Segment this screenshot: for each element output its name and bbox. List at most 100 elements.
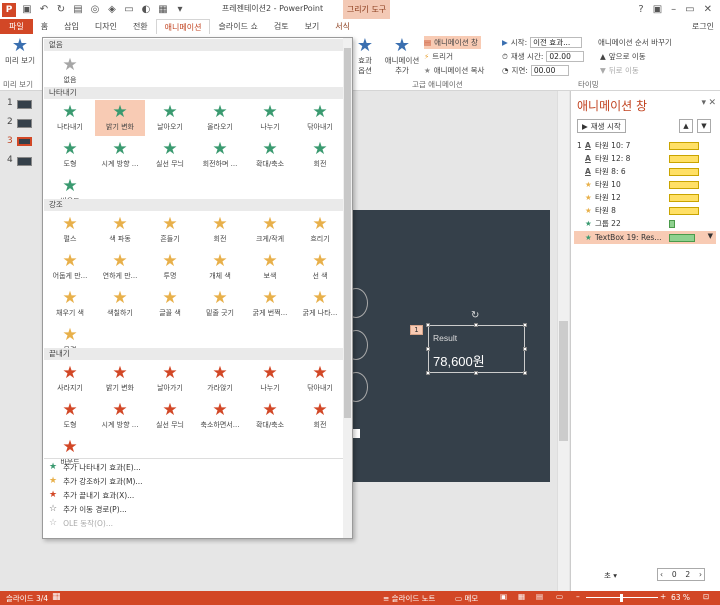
resize-handle[interactable] bbox=[426, 323, 430, 327]
save-icon[interactable]: ▣ bbox=[21, 3, 33, 17]
animation-item[interactable]: ★ 그룹 22 bbox=[577, 217, 715, 230]
customize-qat-icon[interactable]: ▾ bbox=[174, 3, 186, 17]
zoom-in-icon[interactable]: + bbox=[660, 592, 666, 601]
help-icon[interactable]: ? bbox=[638, 4, 643, 15]
ribbon-display-icon[interactable]: ▣ bbox=[653, 4, 662, 15]
more-motion-paths[interactable]: ☆ 추가 이동 경로(P)... bbox=[49, 503, 127, 515]
effect-emphasis-item[interactable]: ★ 회전 bbox=[195, 212, 245, 248]
tab-format[interactable]: 서식 bbox=[327, 19, 358, 34]
tab-slideshow[interactable]: 슬라이드 쇼 bbox=[210, 19, 265, 34]
trigger-button[interactable]: ⚡ 트리거 bbox=[424, 50, 453, 63]
animation-item[interactable]: ★ 타원 12 bbox=[577, 191, 715, 204]
timeline-bar[interactable] bbox=[669, 181, 699, 189]
effect-none[interactable]: ★ 없음 bbox=[45, 53, 95, 89]
animation-item[interactable]: ★ 타원 10 bbox=[577, 178, 715, 191]
undo-icon[interactable]: ↶ bbox=[38, 3, 50, 17]
animation-pane-button[interactable]: ▤ 애니메이션 창 bbox=[424, 36, 481, 49]
zoom-slider-thumb[interactable] bbox=[620, 594, 623, 602]
resize-handle[interactable] bbox=[523, 347, 527, 351]
scroll-thumb[interactable] bbox=[559, 321, 568, 441]
play-from-button[interactable]: ▶ 재생 시작 bbox=[577, 119, 626, 133]
fill-icon[interactable]: ◐ bbox=[140, 3, 152, 17]
effect-entrance-item[interactable]: ★ 회전하며 ... bbox=[195, 137, 245, 173]
selection-handle[interactable] bbox=[352, 429, 360, 438]
animation-painter-button[interactable]: ★ 애니메이션 복사 bbox=[424, 64, 484, 77]
start-select[interactable]: 이전 효과... bbox=[530, 37, 583, 48]
gallery-scroll-thumb[interactable] bbox=[344, 48, 351, 418]
timeline-bar[interactable] bbox=[669, 207, 699, 215]
tab-transitions[interactable]: 전환 bbox=[125, 19, 156, 34]
pane-options-icon[interactable]: ▾ bbox=[701, 98, 706, 108]
slide-thumbnail[interactable] bbox=[17, 100, 32, 109]
effect-emphasis-item[interactable]: ★ 채우기 색 bbox=[45, 286, 95, 322]
effect-exit-item[interactable]: ★ 시계 방향 ... bbox=[95, 398, 145, 434]
tab-view[interactable]: 보기 bbox=[297, 19, 328, 34]
effect-emphasis-item[interactable]: ★ 굵게 번쩍... bbox=[245, 286, 295, 322]
tab-home[interactable]: 홈 bbox=[33, 19, 56, 34]
resize-handle[interactable] bbox=[474, 323, 478, 327]
more-emphasis-effects[interactable]: ★ 추가 강조하기 효과(M)... bbox=[49, 475, 143, 487]
timeline-bar[interactable] bbox=[669, 168, 699, 176]
tab-review[interactable]: 검토 bbox=[266, 19, 297, 34]
tab-insert[interactable]: 삽입 bbox=[56, 19, 87, 34]
move-up-button[interactable]: ▲ bbox=[679, 119, 693, 133]
pane-close-icon[interactable]: ✕ bbox=[708, 98, 716, 108]
reading-view-icon[interactable]: ▤ bbox=[536, 592, 543, 601]
resize-handle[interactable] bbox=[474, 371, 478, 375]
more-entrance-effects[interactable]: ★ 추가 나타내기 효과(E)... bbox=[49, 461, 141, 473]
effect-entrance-item[interactable]: ★ 밝기 변화 bbox=[95, 100, 145, 136]
effect-emphasis-item[interactable]: ★ 개체 색 bbox=[195, 249, 245, 285]
effect-emphasis-item[interactable]: ★ 연하게 만... bbox=[95, 249, 145, 285]
move-down-button[interactable]: ▼ bbox=[697, 119, 711, 133]
zoom-right-icon[interactable]: › bbox=[699, 570, 702, 579]
effect-exit-item[interactable]: ★ 축소하면서... bbox=[195, 398, 245, 434]
timeline-bar[interactable] bbox=[669, 234, 695, 242]
tab-file[interactable]: 파일 bbox=[0, 19, 33, 34]
effect-emphasis-item[interactable]: ★ 색칠하기 bbox=[95, 286, 145, 322]
fit-slide-icon[interactable]: ⊡ bbox=[703, 592, 709, 601]
move-later-button[interactable]: ▼ 뒤로 이동 bbox=[600, 64, 639, 77]
effect-emphasis-item[interactable]: ★ 흐리기 bbox=[295, 212, 345, 248]
effect-exit-item[interactable]: ★ 사라지기 bbox=[45, 361, 95, 397]
gallery-scrollbar[interactable] bbox=[343, 38, 352, 538]
effect-emphasis-item[interactable]: ★ 선 색 bbox=[295, 249, 345, 285]
effect-entrance-item[interactable]: ★ 확대/축소 bbox=[245, 137, 295, 173]
more-exit-effects[interactable]: ★ 추가 끝내기 효과(X)... bbox=[49, 489, 134, 501]
effect-entrance-item[interactable]: ★ 올라오기 bbox=[195, 100, 245, 136]
sorter-view-icon[interactable]: ▦ bbox=[518, 592, 525, 601]
animation-item[interactable]: A 타원 12: 8 bbox=[577, 152, 715, 165]
zoom-out-icon[interactable]: – bbox=[576, 592, 580, 601]
effect-options-button[interactable]: ★ 효과 옵션 bbox=[352, 36, 378, 76]
normal-view-icon[interactable]: ▣ bbox=[500, 592, 507, 601]
timeline-bar[interactable] bbox=[669, 220, 675, 228]
effect-entrance-item[interactable]: ★ 나타내기 bbox=[45, 100, 95, 136]
slide-thumbnail[interactable] bbox=[17, 157, 32, 166]
effect-entrance-item[interactable]: ★ 시계 방향 ... bbox=[95, 137, 145, 173]
format-icon[interactable]: ◈ bbox=[106, 3, 118, 17]
effect-exit-item[interactable]: ★ 나누기 bbox=[245, 361, 295, 397]
result-textbox[interactable]: Result 78,600원 bbox=[428, 325, 525, 373]
effect-entrance-item[interactable]: ★ 날아오기 bbox=[145, 100, 195, 136]
preview-button[interactable]: ★ 미리 보기 bbox=[2, 36, 38, 66]
effect-exit-item[interactable]: ★ 실선 무늬 bbox=[145, 398, 195, 434]
spellcheck-icon[interactable]: ▦ bbox=[52, 592, 61, 602]
effect-entrance-item[interactable]: ★ 회전 bbox=[295, 137, 345, 173]
effect-entrance-item[interactable]: ★ 실선 무늬 bbox=[145, 137, 195, 173]
effect-exit-item[interactable]: ★ 밝기 변화 bbox=[95, 361, 145, 397]
close-icon[interactable]: ✕ bbox=[704, 4, 712, 15]
resize-handle[interactable] bbox=[426, 347, 430, 351]
effect-emphasis-item[interactable]: ★ 펄스 bbox=[45, 212, 95, 248]
shapes-icon[interactable]: ◎ bbox=[89, 3, 101, 17]
sign-in-link[interactable]: 로그인 bbox=[692, 19, 714, 34]
effect-emphasis-item[interactable]: ★ 흔들기 bbox=[145, 212, 195, 248]
redo-icon[interactable]: ↻ bbox=[55, 3, 67, 17]
zoom-level[interactable]: 63 % bbox=[671, 593, 690, 602]
animation-item[interactable]: ★ 타원 8 bbox=[577, 204, 715, 217]
effect-exit-item[interactable]: ★ 도형 bbox=[45, 398, 95, 434]
slide-thumbnail-selected[interactable] bbox=[17, 137, 32, 146]
effect-entrance-item[interactable]: ★ 닦아내기 bbox=[295, 100, 345, 136]
timeline-bar[interactable] bbox=[669, 142, 699, 150]
effect-emphasis-item[interactable]: ★ 투명 bbox=[145, 249, 195, 285]
effect-exit-item[interactable]: ★ 가라앉기 bbox=[195, 361, 245, 397]
tab-design[interactable]: 디자인 bbox=[87, 19, 125, 34]
